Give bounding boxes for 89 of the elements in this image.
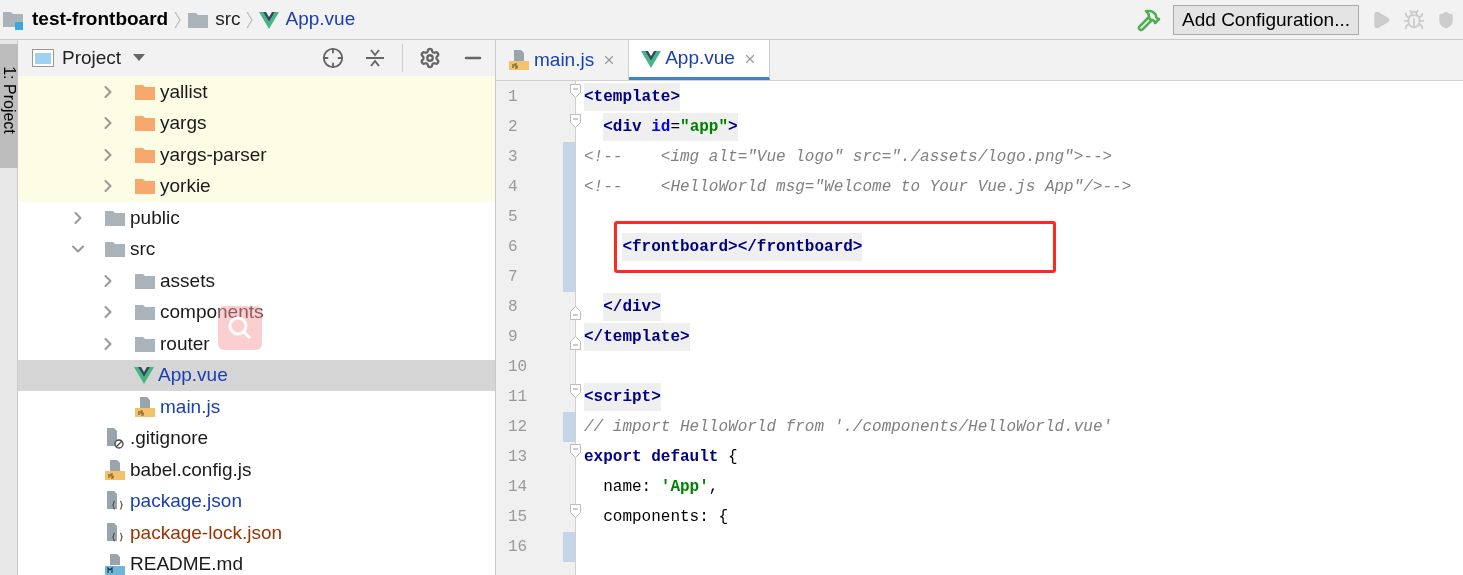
debug-icon[interactable] xyxy=(1403,8,1425,31)
code-line: export default { xyxy=(584,447,738,468)
fold-icon[interactable] xyxy=(570,114,581,128)
js-file-icon xyxy=(508,49,530,71)
code-line: <!-- <img alt="Vue logo" src="./assets/logo.png">--> xyxy=(584,147,1113,168)
fold-icon[interactable] xyxy=(570,384,581,398)
file-name: assets xyxy=(160,268,215,293)
file-name: router xyxy=(160,331,210,356)
folder-icon xyxy=(104,240,126,259)
folder-icon xyxy=(134,114,156,133)
coverage-icon[interactable] xyxy=(1437,10,1455,29)
breadcrumb-item[interactable]: test-frontboard xyxy=(32,5,169,34)
line-number: 8 xyxy=(507,297,518,318)
line-number: 13 xyxy=(507,447,528,468)
add-configuration-button[interactable]: Add Configuration... xyxy=(1173,4,1359,35)
run-icon[interactable] xyxy=(1371,9,1391,30)
line-number: 9 xyxy=(507,327,518,348)
folder-icon xyxy=(104,208,126,227)
line-number: 15 xyxy=(507,507,528,528)
ignored-file-icon xyxy=(104,427,126,450)
folder-icon xyxy=(187,10,210,29)
file-name: src xyxy=(130,237,156,261)
code-line: // import HelloWorld from './components/HelloWorld.vue' xyxy=(584,417,1113,438)
file-name: yallist xyxy=(160,79,208,104)
file-name: package-lock.json xyxy=(130,520,283,545)
window-icon xyxy=(32,49,54,67)
line-number: 1 xyxy=(507,87,518,108)
js-file-icon xyxy=(134,395,156,418)
editor-tab[interactable]: App.vue xyxy=(629,40,770,80)
file-name: App.vue xyxy=(158,363,228,387)
file-name: package.json xyxy=(130,489,242,513)
fold-icon[interactable] xyxy=(570,84,581,98)
line-number: 7 xyxy=(507,267,518,288)
tab-label: App.vue xyxy=(665,46,735,71)
file-name: README.md xyxy=(130,552,243,575)
fold-icon[interactable] xyxy=(570,336,581,350)
line-number: 14 xyxy=(507,477,528,498)
separator-icon xyxy=(174,10,182,29)
js-file-icon xyxy=(104,458,126,481)
code-line: name: 'App', xyxy=(603,477,719,498)
line-number: 2 xyxy=(507,117,518,138)
line-number: 11 xyxy=(507,387,528,408)
tree-item[interactable]: yargs xyxy=(18,107,495,139)
project-tool-tab[interactable]: 1: Project xyxy=(0,44,18,168)
line-number: 12 xyxy=(507,417,528,438)
vue-icon xyxy=(641,49,662,68)
breadcrumb-item[interactable]: App.vue xyxy=(285,5,356,34)
caret-icon xyxy=(133,54,146,62)
vue-icon xyxy=(259,10,280,29)
tree-item[interactable]: yallist xyxy=(18,76,495,108)
separator-icon xyxy=(246,10,254,29)
file-name: components xyxy=(160,300,264,324)
line-number: 10 xyxy=(507,357,528,378)
line-number: 16 xyxy=(507,537,528,558)
line-number: 3 xyxy=(507,147,518,168)
markdown-file-icon xyxy=(104,553,126,575)
settings-icon[interactable] xyxy=(419,47,441,69)
line-number: 5 xyxy=(507,207,518,228)
file-name: .gitignore xyxy=(130,426,209,450)
tree-item[interactable]: App.vue xyxy=(18,359,495,391)
build-hammer-icon[interactable] xyxy=(1137,7,1162,32)
file-name: public xyxy=(130,205,180,230)
line-number: 6 xyxy=(507,237,518,258)
folder-icon xyxy=(134,177,156,196)
tree-item[interactable]: yorkie xyxy=(18,170,495,202)
folder-icon xyxy=(134,271,156,290)
breadcrumb-item[interactable]: src xyxy=(215,5,241,34)
fold-icon[interactable] xyxy=(570,504,581,518)
code-line: <!-- <HelloWorld msg="Welcome to Your Vue.js App"/>--> xyxy=(584,177,1132,198)
folder-icon xyxy=(134,82,156,101)
code-line: components: { xyxy=(603,507,729,528)
file-name: yargs xyxy=(160,111,207,135)
fold-icon[interactable] xyxy=(570,444,581,458)
file-name: babel.config.js xyxy=(130,457,252,482)
folder-icon xyxy=(134,303,156,322)
collapse-all-icon[interactable] xyxy=(364,47,386,69)
editor-tab[interactable]: main.js xyxy=(496,40,630,80)
project-view-dropdown[interactable]: Project xyxy=(62,43,146,73)
tree-item[interactable]: yargs-parser xyxy=(18,139,495,171)
fold-icon[interactable] xyxy=(570,306,581,320)
line-number: 4 xyxy=(507,177,518,198)
folder-icon xyxy=(134,145,156,164)
vue-icon xyxy=(134,366,154,385)
file-name: main.js xyxy=(160,394,221,419)
tab-label: main.js xyxy=(534,47,595,72)
folder-icon xyxy=(134,334,156,353)
file-name: yorkie xyxy=(160,174,211,198)
locate-icon[interactable] xyxy=(322,47,344,69)
file-name: yargs-parser xyxy=(160,142,267,167)
